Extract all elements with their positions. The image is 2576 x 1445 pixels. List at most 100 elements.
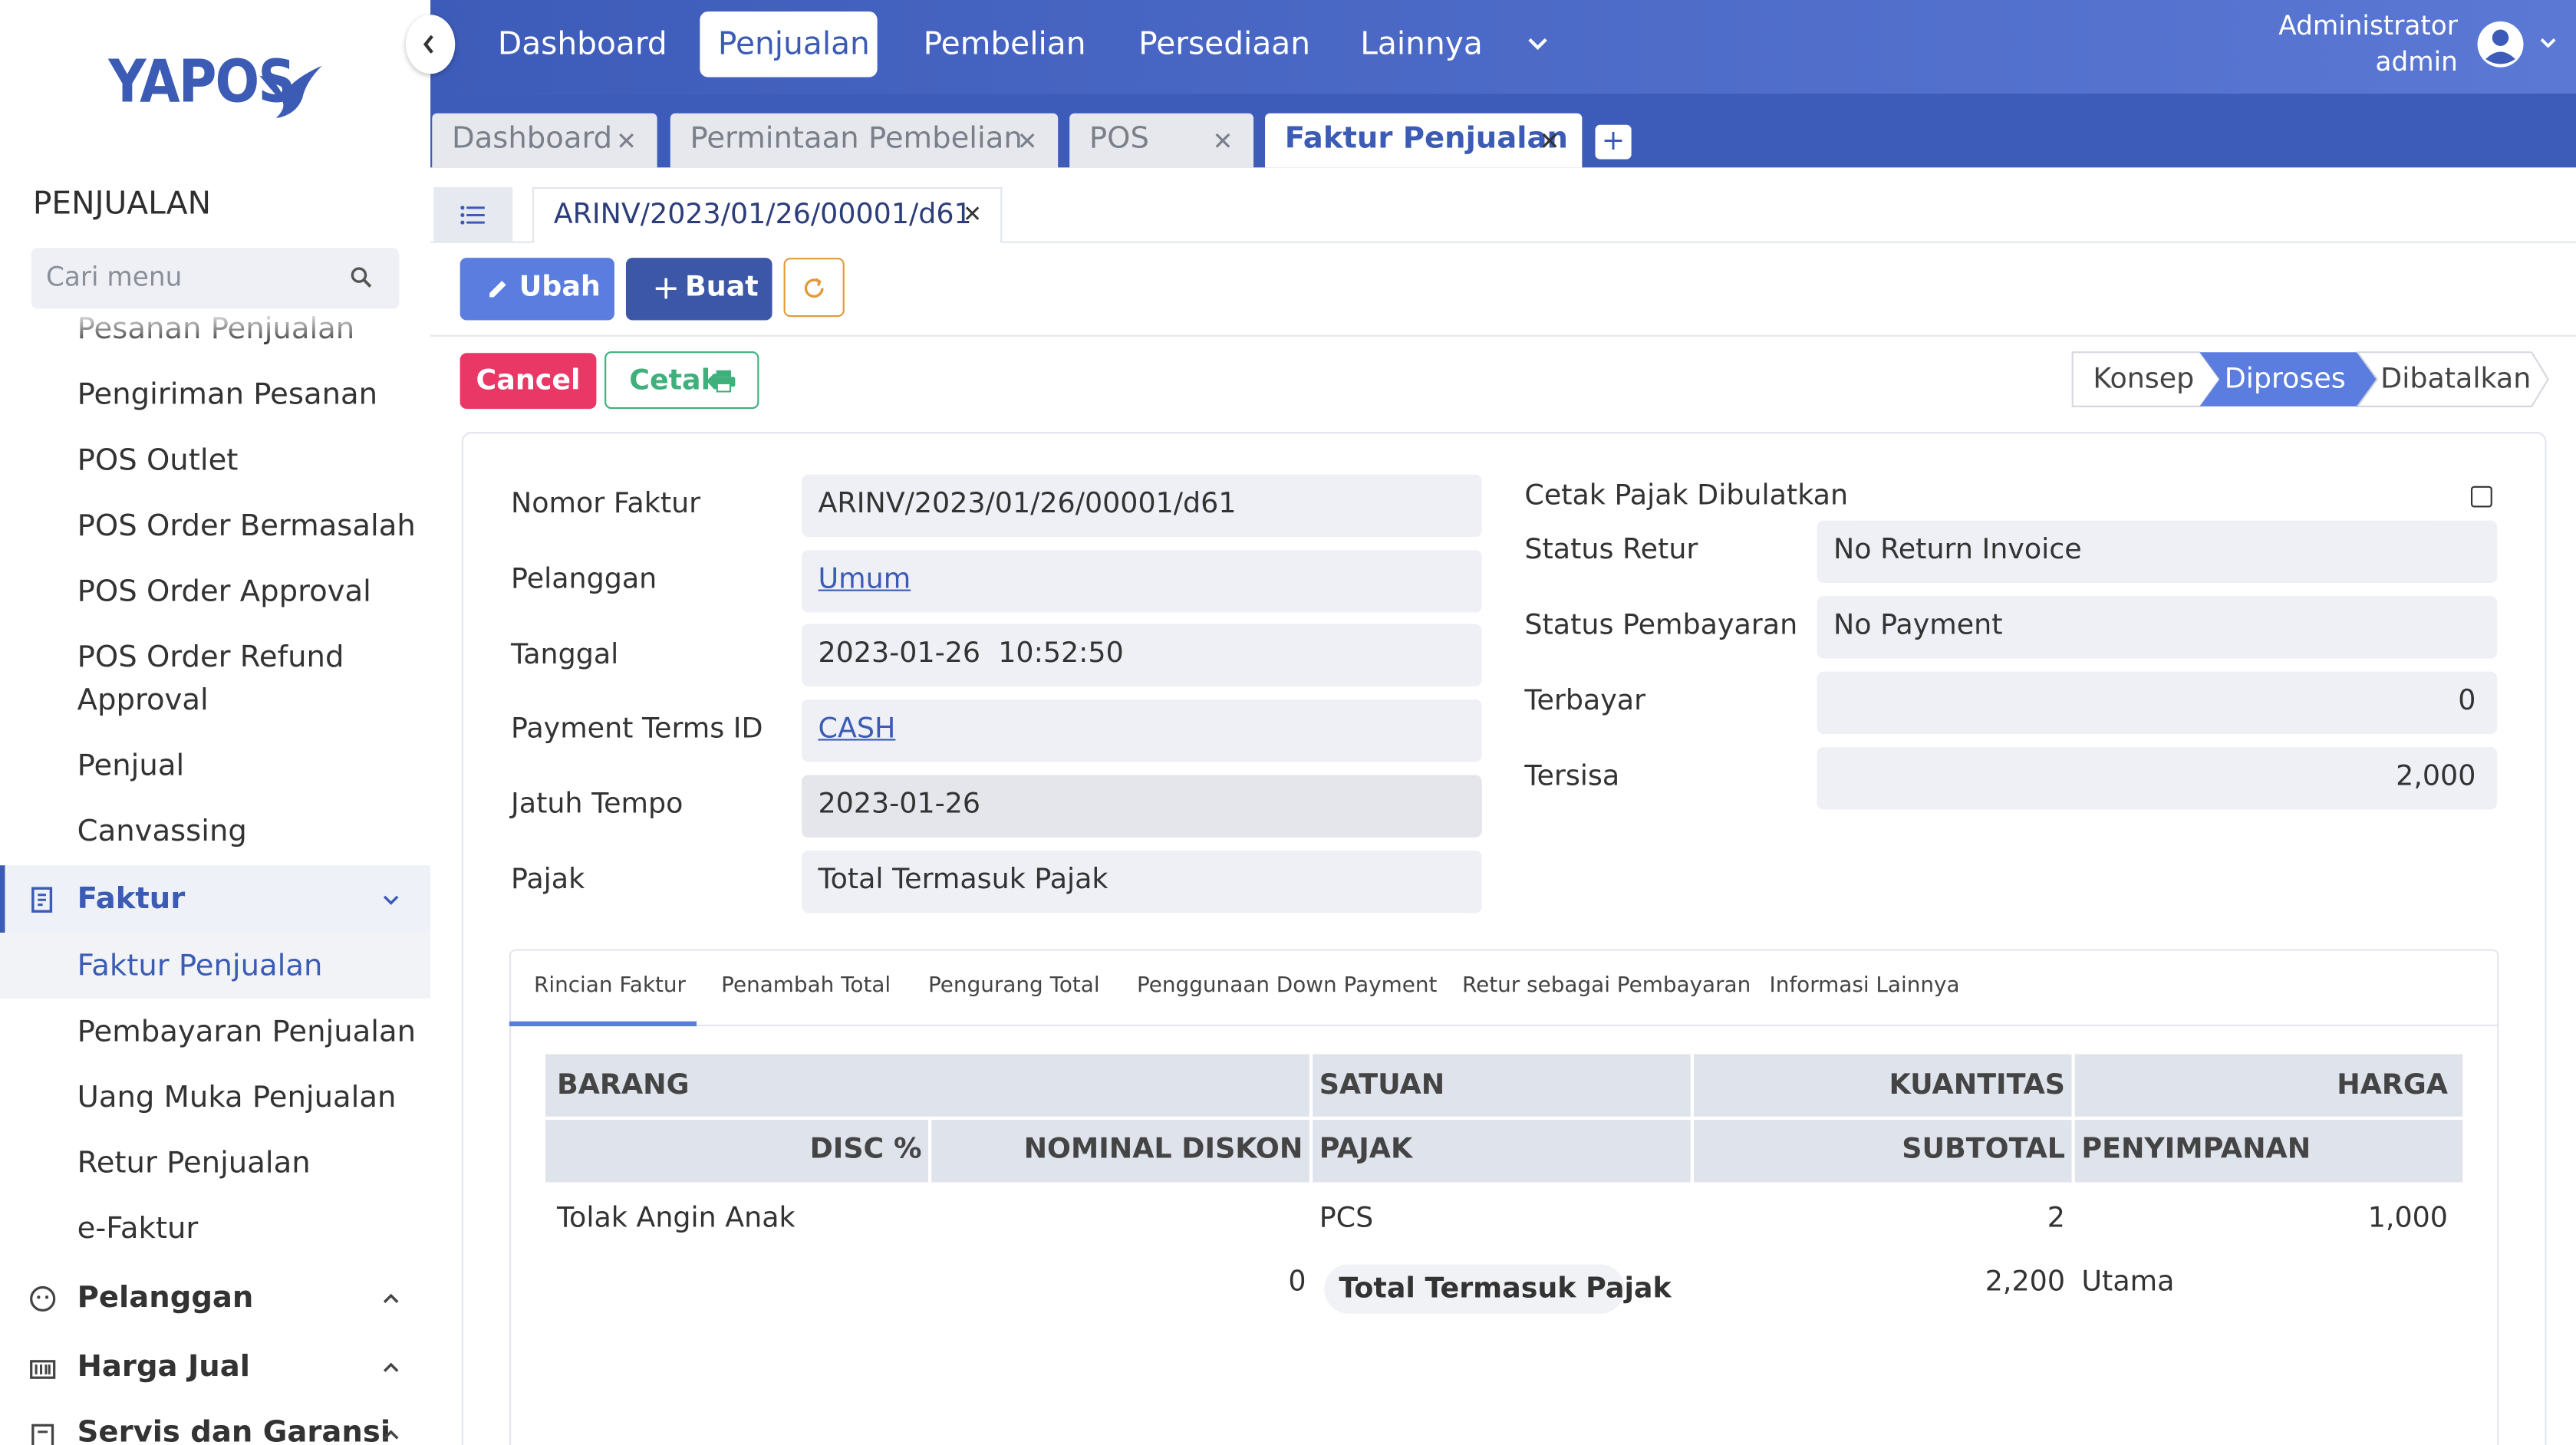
label-status-retur: Status Retur bbox=[1524, 533, 1698, 567]
close-icon[interactable]: ✕ bbox=[1540, 127, 1560, 156]
label-payment-terms: Payment Terms ID bbox=[511, 713, 763, 746]
sidebar-section-title: PENJUALAN bbox=[32, 185, 212, 222]
refresh-icon bbox=[804, 278, 824, 298]
toolbar-divider bbox=[430, 334, 2576, 337]
field-tanggal[interactable]: 2023-01-26 10:52:50 bbox=[802, 624, 1482, 686]
cell-penyimpanan: Utama bbox=[2081, 1266, 2175, 1299]
field-status-retur[interactable]: No Return Invoice bbox=[1817, 520, 2498, 584]
cell-kuantitas: 2 bbox=[2047, 1202, 2065, 1235]
col-nominal-diskon: NOMINAL DISKON bbox=[1023, 1133, 1303, 1167]
list-view-button[interactable] bbox=[433, 187, 513, 242]
col-disc-percent: DISC % bbox=[809, 1133, 922, 1167]
tab-label: POS bbox=[1089, 121, 1149, 156]
sidebar-item-pos-outlet[interactable]: POS Outlet bbox=[77, 440, 239, 483]
sidebar-group-faktur[interactable] bbox=[0, 865, 431, 933]
tab-pengurang-total[interactable]: Pengurang Total bbox=[928, 974, 1100, 999]
label-terbayar: Terbayar bbox=[1524, 684, 1646, 718]
sidebar-item-pos-order-approval[interactable]: POS Order Approval bbox=[77, 571, 371, 614]
field-nomor-faktur[interactable]: ARINV/2023/01/26/00001/d61 bbox=[802, 474, 1482, 538]
detail-tabs-panel bbox=[509, 949, 2499, 1445]
close-icon[interactable]: ✕ bbox=[1213, 127, 1234, 156]
create-button[interactable]: + Buat bbox=[625, 258, 772, 321]
edit-button[interactable]: Ubah bbox=[460, 258, 614, 321]
field-payment-terms-link[interactable]: CASH bbox=[802, 699, 1482, 762]
sidebar-item-pos-order-refund[interactable]: POS Order Refund bbox=[77, 637, 344, 680]
col-kuantitas: KUANTITAS bbox=[1889, 1068, 2065, 1102]
cell-subtotal: 2,200 bbox=[1985, 1266, 2065, 1299]
tab-informasi-lainnya[interactable]: Informasi Lainnya bbox=[1770, 974, 1960, 999]
user-name: Administrator bbox=[2278, 9, 2458, 41]
sidebar-item-pos-order-bermasalah[interactable]: POS Order Bermasalah bbox=[77, 505, 416, 548]
document-tab[interactable]: ARINV/2023/01/26/00001/d61 ✕ bbox=[532, 187, 1003, 243]
sidebar-item-canvassing[interactable]: Canvassing bbox=[77, 811, 247, 854]
field-status-pembayaran[interactable]: No Payment bbox=[1817, 596, 2498, 659]
field-terbayar[interactable]: 0 bbox=[1817, 671, 2498, 734]
plus-icon: + bbox=[652, 267, 680, 308]
label-jatuh-tempo: Jatuh Tempo bbox=[511, 788, 684, 821]
label-pajak: Pajak bbox=[511, 864, 585, 897]
nav-lainnya[interactable]: Lainnya bbox=[1360, 26, 1483, 62]
sidebar-item-pos-order-refund-approval[interactable]: Approval bbox=[77, 680, 209, 722]
print-button[interactable]: Cetak bbox=[604, 351, 759, 410]
pencil-icon bbox=[489, 281, 506, 298]
tab-dashboard[interactable]: Dashboard ✕ bbox=[432, 113, 657, 168]
tab-faktur-penjualan[interactable]: Faktur Penjualan ✕ bbox=[1265, 113, 1583, 168]
sidebar-item-faktur-penjualan[interactable]: Faktur Penjualan bbox=[77, 946, 323, 989]
field-pelanggan-link[interactable]: Umum bbox=[802, 550, 1482, 613]
col-penyimpanan: PENYIMPANAN bbox=[2081, 1133, 2311, 1167]
sidebar-item-uang-muka-penjualan[interactable]: Uang Muka Penjualan bbox=[77, 1077, 397, 1120]
sidebar-group-harga-jual[interactable]: Harga Jual bbox=[77, 1350, 250, 1384]
field-jatuh-tempo[interactable]: 2023-01-26 bbox=[802, 775, 1482, 838]
tab-rincian-faktur[interactable]: Rincian Faktur bbox=[534, 974, 686, 999]
sidebar-group-servis-dan-garansi[interactable]: Servis dan Garansi bbox=[77, 1415, 390, 1445]
cell-harga: 1,000 bbox=[2367, 1202, 2448, 1235]
list-icon bbox=[460, 206, 485, 225]
field-tersisa[interactable]: 2,000 bbox=[1817, 747, 2498, 810]
nav-more-chevron-icon[interactable] bbox=[1527, 36, 1550, 52]
field-pajak[interactable]: Total Termasuk Pajak bbox=[802, 850, 1482, 913]
close-icon[interactable]: ✕ bbox=[1017, 127, 1038, 156]
user-avatar-icon[interactable] bbox=[2476, 20, 2525, 69]
cetak-pajak-checkbox[interactable] bbox=[2470, 486, 2492, 508]
nav-dashboard[interactable]: Dashboard bbox=[498, 26, 667, 62]
nav-persediaan[interactable]: Persediaan bbox=[1138, 26, 1310, 62]
barcode-icon bbox=[30, 1360, 56, 1379]
tab-permintaan-pembelian[interactable]: Permintaan Pembelian ✕ bbox=[670, 113, 1059, 168]
close-icon[interactable]: ✕ bbox=[963, 202, 982, 228]
tab-penambah-total[interactable]: Penambah Total bbox=[721, 974, 891, 999]
step-dibatalkan[interactable]: Dibatalkan bbox=[2380, 363, 2531, 396]
new-tab-button[interactable]: + bbox=[1595, 124, 1632, 160]
header-divider bbox=[545, 1116, 2463, 1121]
cancel-button[interactable]: Cancel bbox=[460, 353, 597, 410]
sidebar-collapse-button[interactable] bbox=[405, 15, 456, 74]
user-menu-chevron-icon[interactable] bbox=[2538, 36, 2558, 52]
refresh-button[interactable] bbox=[783, 258, 845, 318]
edit-button-label: Ubah bbox=[519, 271, 601, 304]
step-diproses[interactable]: Diproses bbox=[2225, 363, 2346, 396]
sidebar-group-pelanggan[interactable]: Pelanggan bbox=[77, 1281, 254, 1315]
tab-label: Dashboard bbox=[451, 121, 613, 156]
document-tab-label: ARINV/2023/01/26/00001/d61 bbox=[553, 199, 972, 232]
step-konsep[interactable]: Konsep bbox=[2093, 363, 2194, 396]
tab-pos[interactable]: POS ✕ bbox=[1069, 113, 1254, 168]
chevron-down-icon bbox=[383, 895, 399, 905]
nav-penjualan[interactable]: Penjualan bbox=[718, 26, 870, 62]
sidebar-item-pengiriman-pesanan[interactable]: Pengiriman Pesanan bbox=[77, 374, 377, 417]
search-icon bbox=[351, 267, 372, 288]
printer-icon bbox=[712, 370, 736, 393]
sidebar-item-e-faktur[interactable]: e-Faktur bbox=[77, 1209, 199, 1252]
close-icon[interactable]: ✕ bbox=[616, 127, 637, 156]
label-nomor-faktur: Nomor Faktur bbox=[511, 487, 701, 521]
nav-pembelian[interactable]: Pembelian bbox=[924, 26, 1086, 62]
tab-penggunaan-down-payment[interactable]: Penggunaan Down Payment bbox=[1137, 974, 1437, 999]
cell-pajak: Total Termasuk Pajak bbox=[1339, 1272, 1672, 1306]
header-col-divider bbox=[1309, 1054, 1313, 1183]
menu-search-input[interactable]: Cari menu bbox=[31, 248, 400, 309]
sidebar-item-penjual[interactable]: Penjual bbox=[77, 746, 185, 788]
label-tersisa: Tersisa bbox=[1524, 760, 1620, 794]
tab-retur-sebagai-pembayaran[interactable]: Retur sebagai Pembayaran bbox=[1462, 974, 1751, 999]
label-cetak-pajak-dibulatkan: Cetak Pajak Dibulatkan bbox=[1524, 479, 1849, 512]
sidebar-item-retur-penjualan[interactable]: Retur Penjualan bbox=[77, 1143, 311, 1186]
col-satuan: SATUAN bbox=[1319, 1068, 1445, 1102]
sidebar-item-pembayaran-penjualan[interactable]: Pembayaran Penjualan bbox=[77, 1012, 416, 1055]
